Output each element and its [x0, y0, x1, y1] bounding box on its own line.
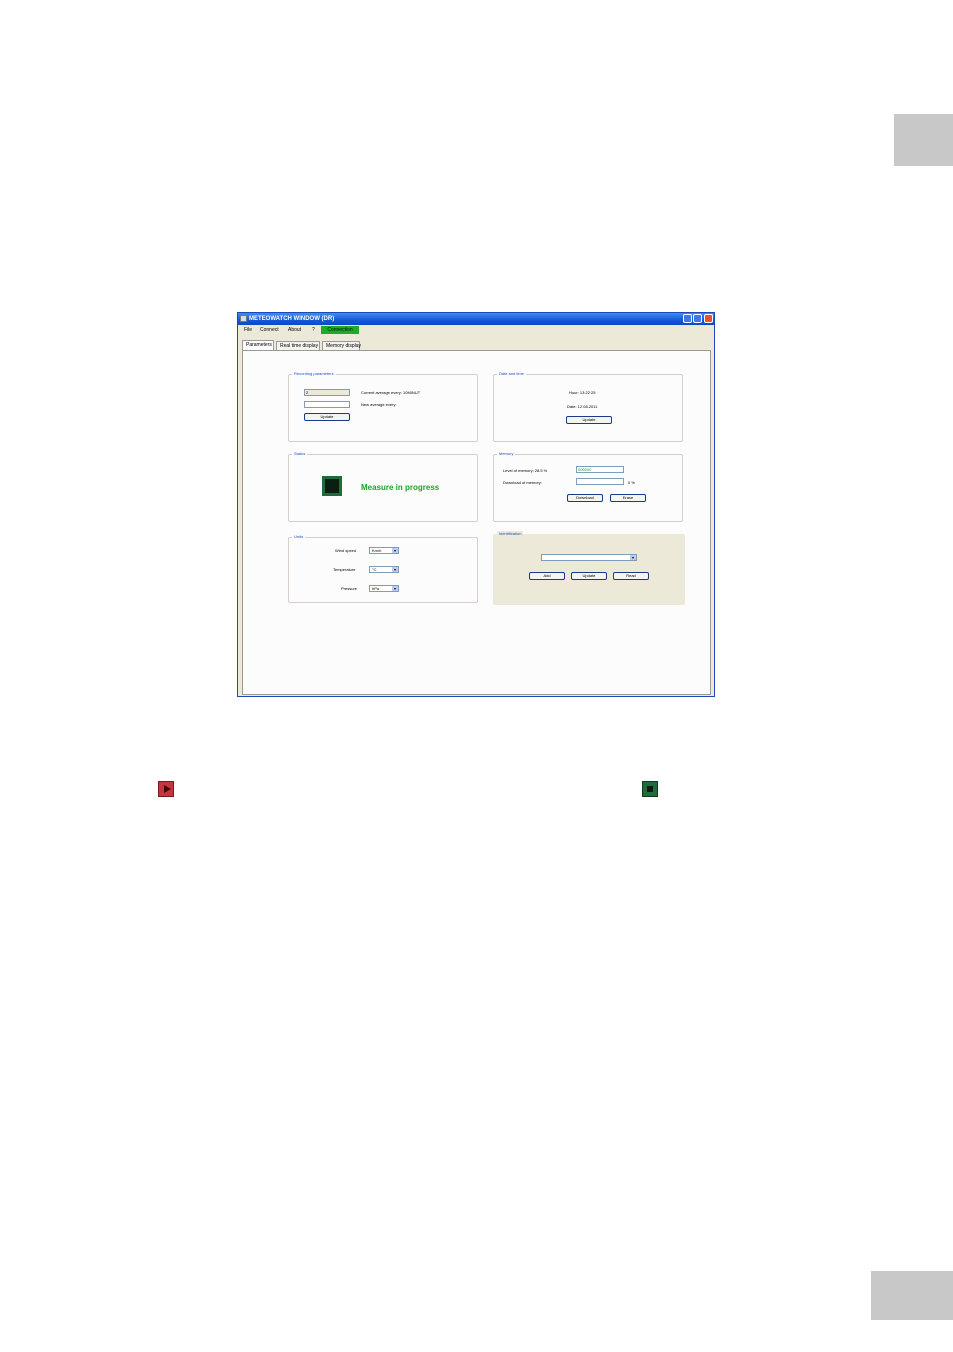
memory-level-label: Level of memory: 28.5 % — [503, 468, 548, 473]
group-title: Memory — [497, 451, 516, 457]
add-button[interactable]: Add — [529, 572, 565, 580]
connection-status-badge: Connection — [321, 326, 359, 334]
memory-group: Memory Level of memory: 28.5 % 000000 Do… — [493, 451, 683, 522]
menu-connect[interactable]: Connect — [260, 325, 279, 335]
erase-button[interactable]: Erase — [610, 494, 646, 502]
current-average-field: 2 — [304, 389, 350, 396]
identification-select[interactable]: ▾ — [541, 554, 637, 561]
identification-group: Identification ▾ Add Update Read — [493, 531, 685, 605]
new-average-label: New average every: — [361, 402, 397, 407]
status-text: Measure in progress — [361, 483, 440, 492]
pressure-label: Pressure — [341, 586, 358, 591]
read-button[interactable]: Read — [613, 572, 649, 580]
maximize-icon[interactable] — [693, 314, 702, 323]
window-title: METEOWATCH WINDOW (DR) — [249, 316, 335, 322]
date-label: Date: 12.08.2011 — [567, 404, 598, 409]
memory-level-field: 000000 — [576, 466, 624, 473]
units-group: Units Wind speed Km/h ▾ Temperature °C ▾… — [288, 534, 478, 603]
update-datetime-button[interactable]: Update — [566, 416, 612, 424]
status-stop-icon[interactable] — [322, 476, 342, 496]
start-measure-icon — [158, 781, 174, 797]
wind-speed-select[interactable]: Km/h ▾ — [369, 547, 399, 554]
group-title: Units — [292, 534, 306, 540]
tab-memory-display[interactable]: Memory display — [322, 341, 361, 350]
group-title: Recording parameters — [292, 371, 336, 377]
menu-help[interactable]: ? — [312, 325, 315, 335]
parameters-panel: Recording parameters 2 Current average e… — [242, 350, 711, 695]
pressure-select[interactable]: hPa ▾ — [369, 585, 399, 592]
stop-measure-icon — [642, 781, 658, 797]
temperature-value: °C — [372, 567, 377, 572]
chevron-down-icon[interactable]: ▾ — [630, 555, 636, 560]
current-average-label: Current average every: 10MINUT — [361, 390, 421, 395]
menu-bar: File Connect About ? Connection — [238, 325, 714, 335]
page-tab-marker-bottom — [871, 1271, 953, 1320]
tab-real-time-display[interactable]: Real time display — [276, 341, 320, 350]
chevron-down-icon[interactable]: ▾ — [392, 548, 398, 553]
date-time-group: Date and time Hour: 13:22:25 Date: 12.08… — [493, 371, 683, 442]
memory-download-percent: 0 % — [628, 480, 635, 485]
status-group: Status Measure in progress — [288, 451, 478, 522]
page-tab-marker-top — [894, 114, 953, 166]
title-bar: METEOWATCH WINDOW (DR) — [238, 313, 714, 325]
memory-download-label: Download of memory: — [503, 480, 542, 485]
update-average-button[interactable]: Update — [304, 413, 350, 421]
temperature-select[interactable]: °C ▾ — [369, 566, 399, 573]
tab-parameters[interactable]: Parameters — [242, 340, 274, 350]
recording-parameters-group: Recording parameters 2 Current average e… — [288, 371, 478, 442]
application-window-screenshot: METEOWATCH WINDOW (DR) File Connect Abou… — [237, 312, 715, 697]
memory-download-progress — [576, 478, 624, 485]
update-identification-button[interactable]: Update — [571, 572, 607, 580]
temperature-label: Temperature — [333, 567, 356, 572]
pressure-value: hPa — [372, 586, 380, 591]
app-icon — [240, 315, 247, 322]
chevron-down-icon[interactable]: ▾ — [392, 586, 398, 591]
download-button[interactable]: Download — [567, 494, 603, 502]
hour-label: Hour: 13:22:25 — [569, 390, 596, 395]
wind-speed-label: Wind speed — [335, 548, 357, 553]
minimize-icon[interactable] — [683, 314, 692, 323]
close-icon[interactable] — [704, 314, 713, 323]
menu-file[interactable]: File — [244, 325, 252, 335]
menu-about[interactable]: About — [288, 325, 301, 335]
new-average-input[interactable] — [304, 401, 350, 408]
group-title: Date and time — [497, 371, 526, 377]
chevron-down-icon[interactable]: ▾ — [392, 567, 398, 572]
wind-speed-value: Km/h — [372, 548, 382, 553]
group-title: Status — [292, 451, 308, 457]
group-title: Identification — [497, 531, 524, 537]
